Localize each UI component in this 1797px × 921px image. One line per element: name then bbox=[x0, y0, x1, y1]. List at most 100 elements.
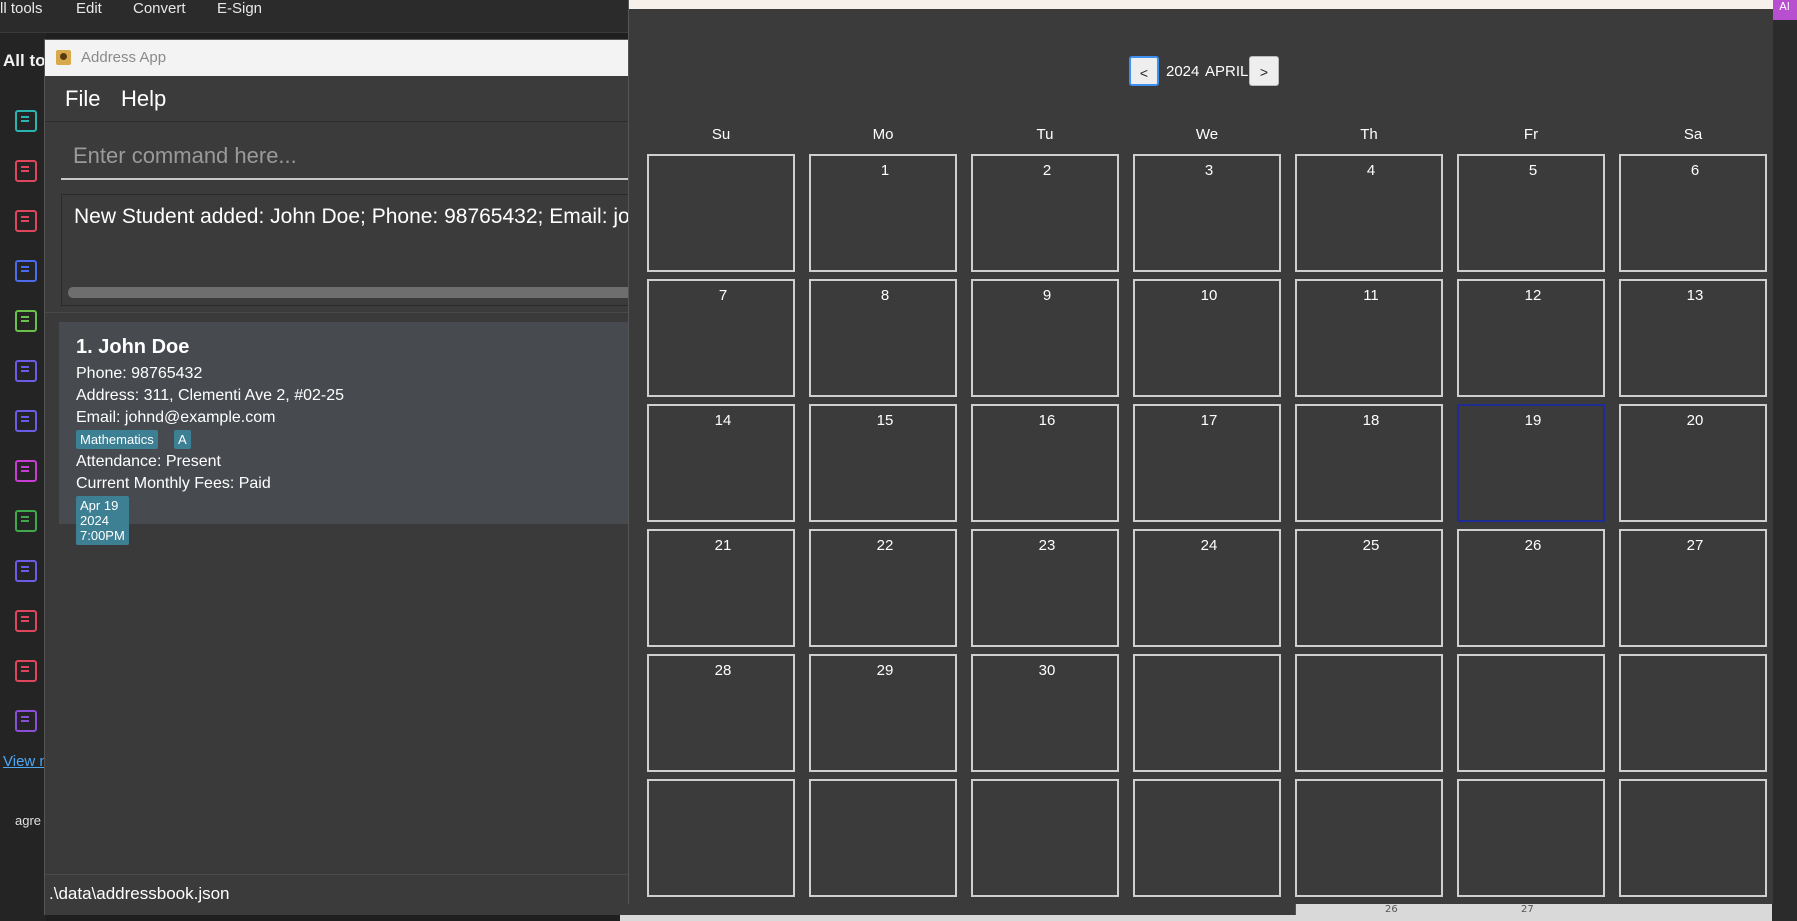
tab-edit[interactable]: Edit bbox=[76, 0, 102, 17]
calendar-day[interactable] bbox=[809, 779, 957, 897]
pdf-icon[interactable] bbox=[15, 210, 37, 232]
calendar-day[interactable]: 23 bbox=[971, 529, 1119, 647]
calendar-day[interactable] bbox=[1295, 779, 1443, 897]
calendar-day[interactable]: 1 bbox=[809, 154, 957, 272]
calendar-day[interactable]: 11 bbox=[1295, 279, 1443, 397]
tab-convert[interactable]: Convert bbox=[133, 0, 186, 17]
day-number: 30 bbox=[1038, 662, 1056, 679]
calendar-day[interactable] bbox=[647, 154, 795, 272]
day-number: 27 bbox=[1686, 537, 1704, 554]
calendar-day[interactable]: 5 bbox=[1457, 154, 1605, 272]
calendar-navigation: < 2024 APRIL > bbox=[629, 56, 1773, 88]
sidebar-title: All to bbox=[3, 51, 46, 70]
fill-sign-icon[interactable] bbox=[15, 410, 37, 432]
day-number: 12 bbox=[1524, 287, 1542, 304]
day-number: 9 bbox=[1042, 287, 1052, 304]
calendar-day[interactable]: 3 bbox=[1133, 154, 1281, 272]
protect-icon[interactable] bbox=[15, 560, 37, 582]
day-number: 22 bbox=[876, 537, 894, 554]
calendar-day[interactable] bbox=[1619, 654, 1767, 772]
calendar-day[interactable]: 16 bbox=[971, 404, 1119, 522]
day-number: 11 bbox=[1363, 287, 1379, 304]
calendar-day[interactable]: 25 bbox=[1295, 529, 1443, 647]
stamp-icon[interactable] bbox=[15, 610, 37, 632]
calendar-day[interactable]: 15 bbox=[809, 404, 957, 522]
calendar-day[interactable]: 8 bbox=[809, 279, 957, 397]
calendar-day[interactable]: 18 bbox=[1295, 404, 1443, 522]
day-number: 5 bbox=[1528, 162, 1538, 179]
strip-number: 26 bbox=[1385, 904, 1398, 915]
weekday-header: Fr bbox=[1523, 126, 1539, 143]
calendar-day[interactable] bbox=[647, 779, 795, 897]
calendar-day[interactable] bbox=[1619, 779, 1767, 897]
accessibility-icon[interactable] bbox=[15, 510, 37, 532]
calendar-month: APRIL bbox=[1205, 63, 1249, 80]
calendar-window: < 2024 APRIL > Su Mo Tu We Th Fr Sa 1 2 3 4 5 6 7 8 9 10… bbox=[628, 0, 1773, 904]
prev-month-button[interactable]: < bbox=[1129, 56, 1159, 86]
calendar-day[interactable]: 29 bbox=[809, 654, 957, 772]
calendar-day[interactable]: 28 bbox=[647, 654, 795, 772]
calendar-day[interactable]: 14 bbox=[647, 404, 795, 522]
day-number: 28 bbox=[714, 662, 732, 679]
calendar-day[interactable]: 30 bbox=[971, 654, 1119, 772]
calendar-day[interactable] bbox=[1133, 779, 1281, 897]
person-fees: Current Monthly Fees: Paid bbox=[76, 475, 271, 492]
day-number: 29 bbox=[876, 662, 894, 679]
day-number: 19 bbox=[1524, 412, 1542, 429]
calendar-day[interactable]: 4 bbox=[1295, 154, 1443, 272]
calendar-day[interactable]: 20 bbox=[1619, 404, 1767, 522]
calendar-day[interactable]: 24 bbox=[1133, 529, 1281, 647]
comment-icon[interactable] bbox=[15, 360, 37, 382]
person-name: 1. John Doe bbox=[76, 336, 190, 358]
calendar-day[interactable] bbox=[971, 779, 1119, 897]
day-number: 1 bbox=[880, 162, 890, 179]
day-number: 26 bbox=[1524, 537, 1542, 554]
day-number: 2 bbox=[1042, 162, 1052, 179]
menu-file[interactable]: File bbox=[65, 86, 100, 112]
form-icon[interactable] bbox=[15, 460, 37, 482]
background-right-edge: Al bbox=[1772, 0, 1797, 921]
calendar-day[interactable]: 7 bbox=[647, 279, 795, 397]
calendar-day[interactable] bbox=[1457, 779, 1605, 897]
calendar-day[interactable] bbox=[1457, 654, 1605, 772]
tab-all-tools[interactable]: ll tools bbox=[0, 0, 43, 17]
calendar-day[interactable]: 26 bbox=[1457, 529, 1605, 647]
menu-help[interactable]: Help bbox=[121, 86, 166, 112]
calendar-day[interactable]: 27 bbox=[1619, 529, 1767, 647]
calendar-day[interactable]: 6 bbox=[1619, 154, 1767, 272]
calendar-day[interactable] bbox=[1133, 654, 1281, 772]
redact-icon[interactable] bbox=[15, 660, 37, 682]
calendar-day[interactable]: 10 bbox=[1133, 279, 1281, 397]
calendar-day[interactable]: 17 bbox=[1133, 404, 1281, 522]
view-more-link[interactable]: View n bbox=[3, 753, 48, 770]
calendar-day[interactable]: 12 bbox=[1457, 279, 1605, 397]
calendar-day[interactable]: 22 bbox=[809, 529, 957, 647]
day-number: 3 bbox=[1204, 162, 1214, 179]
calendar-day[interactable]: 13 bbox=[1619, 279, 1767, 397]
day-number: 17 bbox=[1200, 412, 1218, 429]
tab-e-sign[interactable]: E-Sign bbox=[217, 0, 262, 17]
next-month-button[interactable]: > bbox=[1249, 56, 1279, 86]
scan-icon[interactable] bbox=[15, 260, 37, 282]
day-number: 15 bbox=[876, 412, 894, 429]
day-number: 18 bbox=[1362, 412, 1380, 429]
day-number: 25 bbox=[1362, 537, 1380, 554]
weekday-header: We bbox=[1195, 126, 1219, 143]
calendar-day[interactable]: 21 bbox=[647, 529, 795, 647]
subject-tag: Mathematics bbox=[76, 430, 158, 449]
calendar-day[interactable]: 2 bbox=[971, 154, 1119, 272]
calendar-day[interactable] bbox=[1295, 654, 1443, 772]
day-number: 14 bbox=[714, 412, 732, 429]
calendar-day[interactable]: 9 bbox=[971, 279, 1119, 397]
weekday-header: Tu bbox=[1036, 126, 1054, 143]
lesson-date-tag: Apr 19 2024 7:00PM bbox=[76, 496, 129, 545]
calendar-day-selected[interactable]: 19 bbox=[1457, 404, 1605, 522]
weekday-header: Su bbox=[711, 126, 731, 143]
combine-icon[interactable] bbox=[15, 310, 37, 332]
day-number: 6 bbox=[1690, 162, 1700, 179]
organize-pages-icon[interactable] bbox=[15, 160, 37, 182]
day-number: 21 bbox=[714, 537, 732, 554]
day-number: 10 bbox=[1200, 287, 1218, 304]
compress-icon[interactable] bbox=[15, 710, 37, 732]
export-pdf-icon[interactable] bbox=[15, 110, 37, 132]
